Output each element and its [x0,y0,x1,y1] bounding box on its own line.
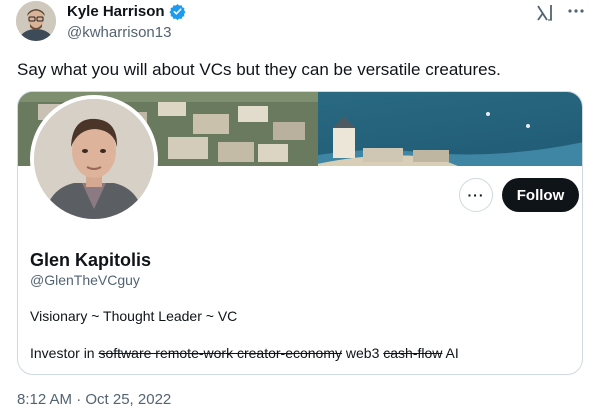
profile-name[interactable]: Glen Kapitolis [30,250,151,271]
author-name[interactable]: Kyle Harrison [67,3,165,20]
card-more-button[interactable]: ··· [459,178,493,212]
verified-badge-icon [169,3,186,21]
profile-avatar[interactable] [30,95,158,223]
tweet-timestamp[interactable]: 8:12 AM · Oct 25, 2022 [17,391,171,408]
author-name-row[interactable]: Kyle Harrison [67,3,186,21]
profile-bio-line2: Investor in software remote-work creator… [30,345,459,361]
grok-icon[interactable] [535,4,555,22]
profile-card[interactable]: ··· Follow Glen Kapitolis @GlenTheVCguy … [17,91,583,375]
bio-suffix: AI [445,345,459,361]
bio-struck-topics: software remote-work creator-economy [98,345,343,361]
bio-struck-topic: cash-flow [383,345,443,361]
tweet: Kyle Harrison @kwharrison13 Say what you… [0,0,598,416]
profile-bio-line1: Visionary ~ Thought Leader ~ VC [30,308,238,324]
author-avatar[interactable] [16,1,56,41]
more-icon[interactable] [567,4,585,18]
bio-prefix: Investor in [30,345,95,361]
bio-plain-topic: web3 [345,345,380,361]
tweet-text: Say what you will about VCs but they can… [17,60,501,79]
profile-handle[interactable]: @GlenTheVCguy [30,272,140,288]
author-handle[interactable]: @kwharrison13 [67,24,171,41]
follow-button[interactable]: Follow [502,178,579,212]
